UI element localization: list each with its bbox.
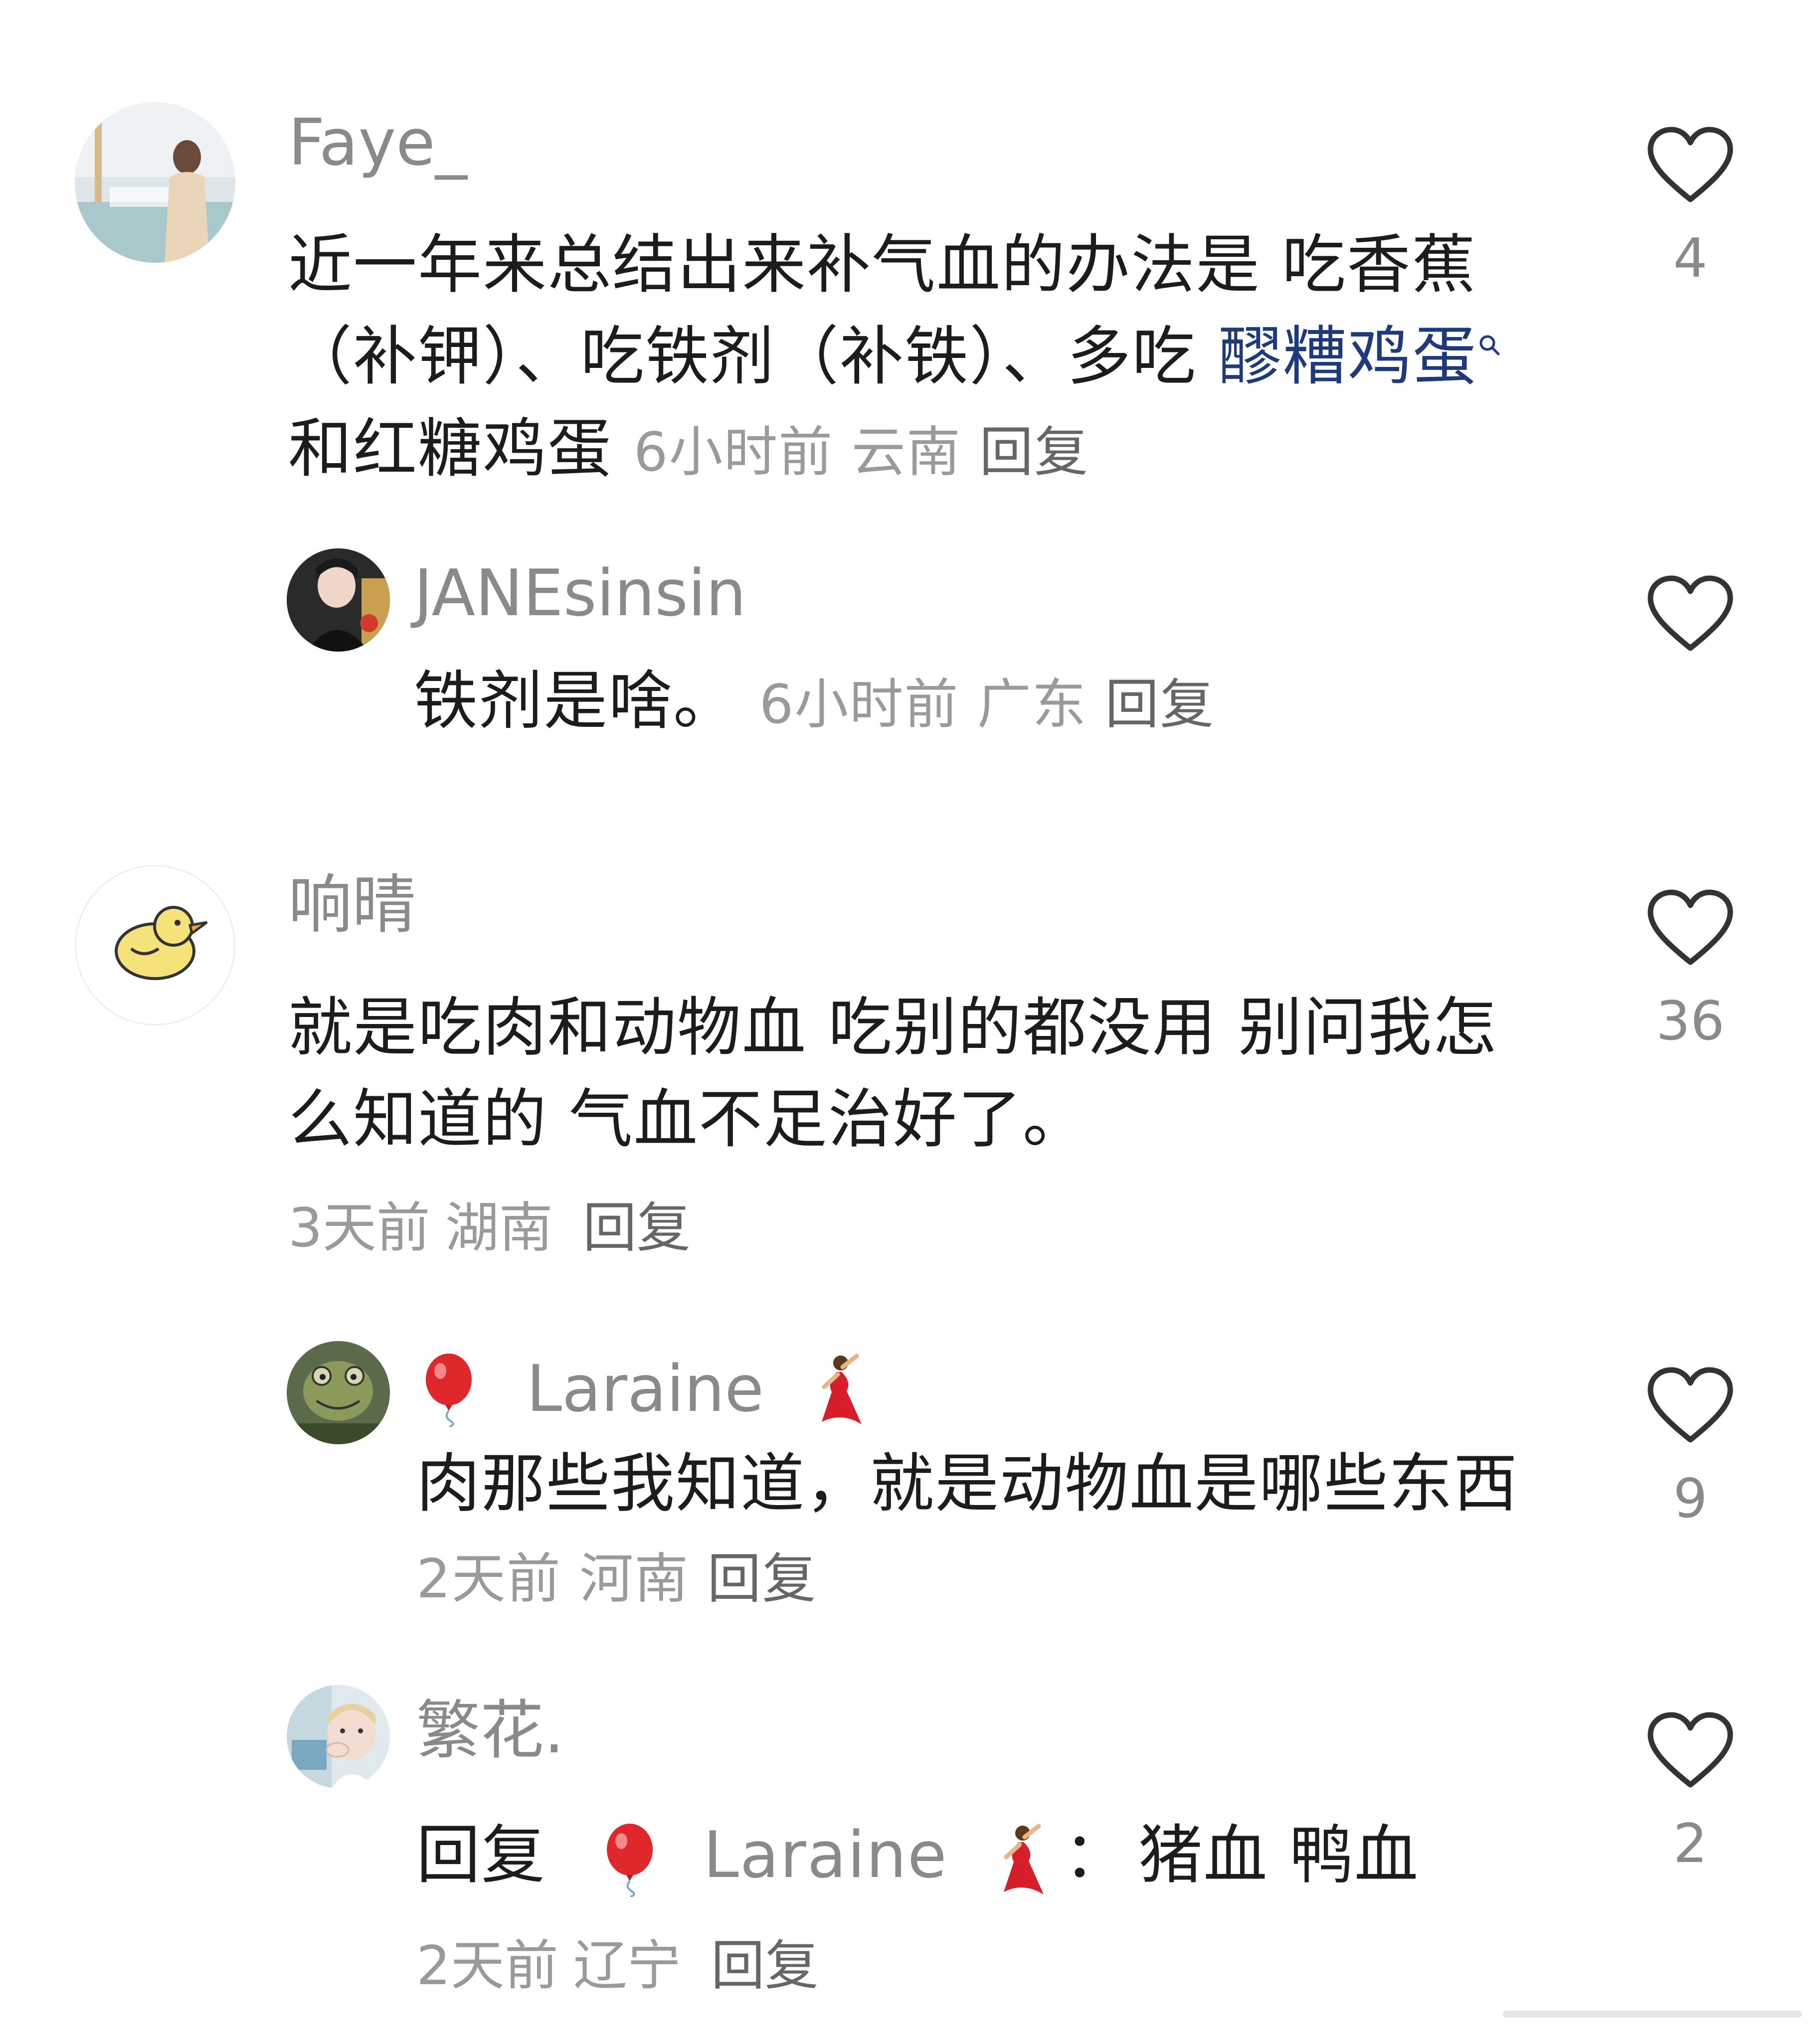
- red-balloon-emoji: [426, 1354, 472, 1427]
- like-button[interactable]: 36: [1645, 887, 1735, 1048]
- username[interactable]: 响晴: [288, 873, 416, 937]
- location: 湖南: [445, 1197, 553, 1259]
- scrollbar[interactable]: [1503, 2010, 1802, 2018]
- reply-colon: ：: [1064, 1818, 1129, 1892]
- timestamp: 6小时前: [759, 674, 959, 736]
- username[interactable]: Laraine: [416, 1352, 872, 1427]
- comment-text: 回复 Laraine ：猪血 鸭血: [416, 1810, 1543, 1901]
- comment-meta: 6小时前 广东 回复: [759, 674, 1215, 736]
- like-button[interactable]: 2: [1645, 1710, 1735, 1871]
- comment-text-part: 猪血 鸭血: [1138, 1818, 1420, 1892]
- timestamp: 6小时前: [633, 421, 834, 484]
- like-button[interactable]: 9: [1645, 1365, 1735, 1526]
- comment-text-part: 就是吃肉和动物血 吃别的都没用 别问我怎么知道的 气血不足治好了。: [288, 991, 1498, 1157]
- timestamp: 2天前: [416, 1548, 561, 1611]
- search-mini-icon: [1479, 335, 1500, 355]
- reply-button[interactable]: 回复: [707, 1548, 817, 1610]
- dancer-emoji: [1004, 1824, 1044, 1894]
- like-button[interactable]: [1645, 573, 1735, 656]
- dancer-emoji: [821, 1354, 862, 1424]
- reply-button[interactable]: 回复: [711, 1935, 819, 1997]
- comment-text: 肉那些我知道，就是动物血是哪些东西 2天前 河南 回复: [416, 1438, 1543, 1622]
- search-keyword-link[interactable]: 醪糟鸡蛋: [1218, 320, 1501, 394]
- like-count: 4: [1673, 227, 1708, 290]
- heart-outline-icon: [1647, 1367, 1733, 1443]
- like-count: 2: [1673, 1813, 1708, 1875]
- heart-outline-icon: [1647, 889, 1733, 965]
- comment-meta: 2天前 辽宁 回复: [416, 1939, 819, 1993]
- username[interactable]: JANEsinsin: [414, 562, 746, 626]
- like-count: 9: [1673, 1468, 1708, 1530]
- comment-meta: 6小时前 云南 回复: [634, 421, 1089, 484]
- username[interactable]: Faye_: [288, 111, 467, 175]
- heart-outline-icon: [1647, 127, 1733, 202]
- comment-text: 近一年来总结出来补气血的办法是 吃香蕉（补钾）、吃铁剂（补铁）、多吃 醪糟鸡蛋 …: [288, 219, 1505, 495]
- avatar[interactable]: [287, 1685, 390, 1788]
- red-balloon-emoji: [606, 1823, 653, 1897]
- avatar[interactable]: [75, 102, 235, 263]
- avatar[interactable]: [287, 548, 390, 652]
- reply-button[interactable]: 回复: [979, 421, 1089, 484]
- comment-text-part: 和红糖鸡蛋: [288, 411, 634, 486]
- reply-button[interactable]: 回复: [1105, 674, 1215, 736]
- avatar[interactable]: [287, 1341, 390, 1444]
- comment-text-part: 铁剂是啥。: [414, 664, 738, 738]
- timestamp: 3天前: [288, 1197, 430, 1259]
- heart-outline-icon: [1647, 1712, 1733, 1788]
- avatar[interactable]: [75, 865, 235, 1025]
- reply-to-username[interactable]: Laraine: [703, 1818, 947, 1892]
- heart-outline-icon: [1647, 575, 1733, 651]
- location: 云南: [851, 421, 961, 484]
- comment-text-part: 肉那些我知道，就是动物血是哪些东西: [416, 1447, 1519, 1521]
- comment-meta: 2天前 河南 回复: [416, 1548, 817, 1610]
- comment-text: 铁剂是啥。 6小时前 广东 回复: [414, 656, 1511, 747]
- location: 辽宁: [573, 1935, 681, 1997]
- like-count: 36: [1656, 990, 1725, 1052]
- location: 广东: [977, 674, 1087, 736]
- comment-text: 就是吃肉和动物血 吃别的都没用 别问我怎么知道的 气血不足治好了。: [288, 982, 1520, 1166]
- like-button[interactable]: 4: [1645, 125, 1735, 286]
- reply-prefix: 回复: [416, 1818, 546, 1892]
- reply-button[interactable]: 回复: [583, 1197, 691, 1259]
- timestamp: 2天前: [416, 1935, 558, 1997]
- username[interactable]: 繁花.: [416, 1699, 564, 1763]
- location: 河南: [579, 1548, 690, 1611]
- comment-meta: 3天前 湖南 回复: [288, 1201, 691, 1255]
